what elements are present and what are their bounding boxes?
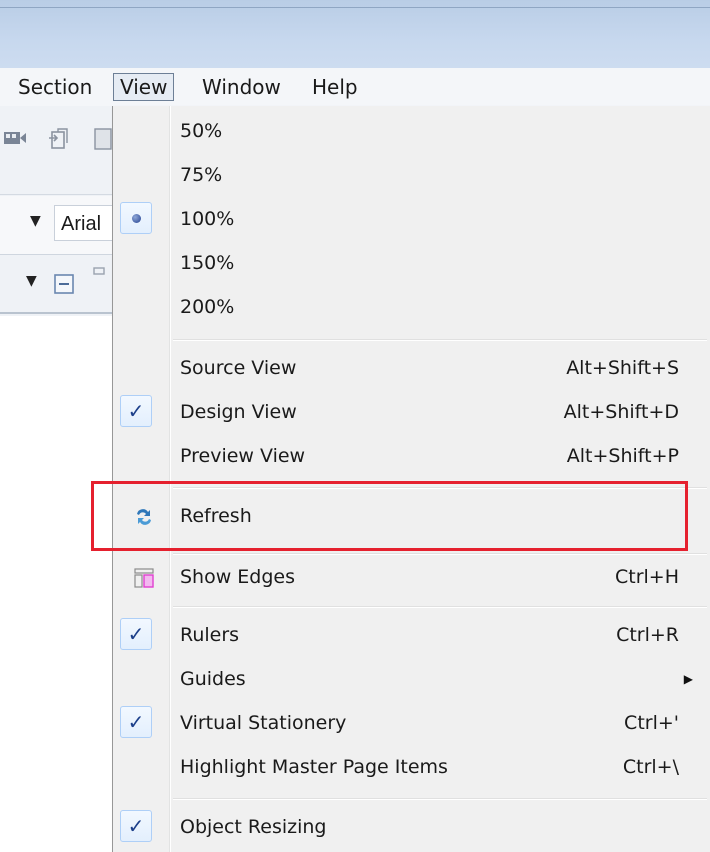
menu-item-label: Highlight Master Page Items — [180, 756, 448, 778]
menu-item-show-edges[interactable]: Show Edges Ctrl+H — [113, 556, 710, 598]
menu-item-shortcut: Ctrl+H — [614, 566, 679, 588]
dropdown-arrow-icon[interactable]: ▼ — [26, 273, 37, 289]
menu-item-shortcut: Ctrl+\ — [622, 756, 679, 778]
menu-item-label: Object Resizing — [180, 816, 327, 838]
menu-item-label: Rulers — [180, 624, 240, 646]
show-edges-icon — [134, 568, 154, 588]
title-bar-border — [0, 7, 710, 8]
menu-item-shortcut: Alt+Shift+D — [563, 401, 679, 423]
record-icon[interactable] — [2, 126, 28, 152]
toolbar-row-1 — [0, 106, 112, 195]
menu-item-label: 200% — [180, 296, 235, 318]
menu-item-label: 50% — [180, 120, 223, 142]
menu-item-label: Design View — [180, 401, 297, 423]
window-title-bar — [0, 0, 710, 68]
document-import-icon[interactable] — [46, 126, 72, 152]
menu-item-shortcut: Alt+Shift+P — [566, 445, 679, 467]
menu-item-object-resizing[interactable]: ✓ Object Resizing — [113, 806, 710, 848]
menu-help[interactable]: Help — [306, 73, 364, 101]
menu-item-zoom-75[interactable]: 75% — [113, 154, 710, 196]
menu-item-label: Preview View — [180, 445, 306, 467]
refresh-highlight-box — [91, 481, 688, 551]
dropdown-arrow-icon[interactable]: ▼ — [30, 213, 41, 229]
submenu-arrow-icon: ▶ — [683, 672, 693, 686]
menu-item-label: Virtual Stationery — [180, 712, 347, 734]
radio-selected-icon — [120, 202, 152, 234]
checkmark-icon: ✓ — [120, 395, 152, 427]
menu-separator — [173, 606, 707, 608]
menu-separator — [173, 553, 707, 555]
checkmark-icon: ✓ — [120, 618, 152, 650]
toolbar-row-3: ▼ — [0, 256, 112, 314]
menu-window[interactable]: Window — [196, 73, 287, 101]
menu-section[interactable]: Section — [12, 73, 98, 101]
menu-item-design-view[interactable]: ✓ Design View Alt+Shift+D — [113, 391, 710, 433]
menu-item-zoom-200[interactable]: 200% — [113, 286, 710, 328]
font-family-field[interactable]: Arial — [54, 205, 114, 241]
menu-item-label: Source View — [180, 357, 297, 379]
menu-item-shortcut: Ctrl+R — [616, 624, 679, 646]
menu-separator — [173, 798, 707, 800]
menu-item-zoom-100[interactable]: 100% — [113, 198, 710, 240]
menu-item-zoom-150[interactable]: 150% — [113, 242, 710, 284]
menu-item-label: 75% — [180, 164, 223, 186]
menu-separator — [173, 339, 707, 341]
menu-item-label: Show Edges — [180, 566, 296, 588]
menu-item-source-view[interactable]: Source View Alt+Shift+S — [113, 347, 710, 389]
menu-item-label: 100% — [180, 208, 235, 230]
menu-item-shortcut: Ctrl+' — [624, 712, 679, 734]
menu-item-preview-view[interactable]: Preview View Alt+Shift+P — [113, 435, 710, 477]
menu-item-label: 150% — [180, 252, 235, 274]
menu-item-label: Guides — [180, 668, 246, 690]
menu-item-rulers[interactable]: ✓ Rulers Ctrl+R — [113, 614, 710, 656]
menu-item-zoom-50[interactable]: 50% — [113, 110, 710, 152]
collapse-icon[interactable] — [52, 272, 78, 298]
checkmark-icon: ✓ — [120, 706, 152, 738]
view-menu-dropdown: 50% 75% 100% 150% 200% Source View Alt+S… — [112, 106, 710, 852]
menu-view[interactable]: View — [113, 73, 175, 101]
menu-bar: Section View Window Help — [0, 68, 710, 107]
checkmark-icon: ✓ — [120, 810, 152, 842]
menu-item-shortcut: Alt+Shift+S — [566, 357, 679, 379]
menu-item-virtual-stationery[interactable]: ✓ Virtual Stationery Ctrl+' — [113, 702, 710, 744]
menu-item-guides[interactable]: Guides ▶ — [113, 658, 710, 700]
menu-item-highlight-master-page-items[interactable]: Highlight Master Page Items Ctrl+\ — [113, 746, 710, 788]
